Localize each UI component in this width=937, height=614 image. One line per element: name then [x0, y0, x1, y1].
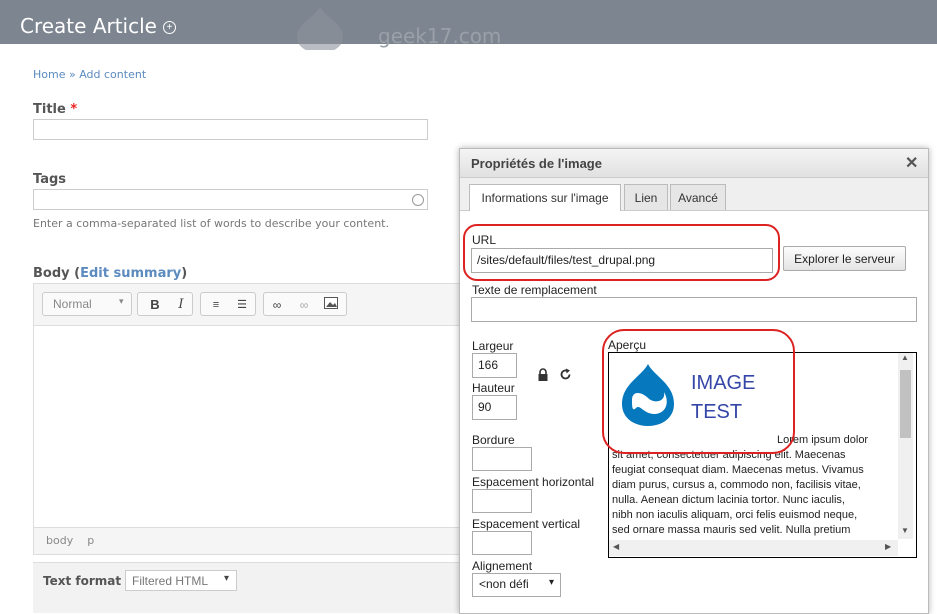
element-path-p[interactable]: p: [87, 534, 94, 547]
chevron-down-icon: ▾: [549, 577, 555, 588]
tags-input[interactable]: [33, 189, 428, 210]
chevron-down-icon: ▾: [119, 296, 124, 306]
list-group: ≡ ☰: [200, 292, 256, 316]
scroll-left-icon[interactable]: ◀: [613, 542, 619, 551]
vspace-input[interactable]: [472, 531, 532, 555]
text-format-value: Filtered HTML: [132, 574, 209, 588]
title-input[interactable]: [33, 119, 428, 140]
chevron-down-icon: ▾: [224, 573, 230, 584]
border-label: Bordure: [472, 433, 515, 447]
scroll-down-icon[interactable]: ▼: [901, 526, 909, 535]
preview-lorem-line-5: nulla. Aenean dictum lacinia tortor. Nun…: [612, 494, 845, 506]
dialog-title: Propriétés de l'image: [471, 156, 602, 171]
editor-toolbar: Normal ▾ B I ≡ ☰ ∞ ∞: [34, 284, 463, 326]
title-label-text: Title: [33, 102, 66, 117]
breadcrumb-add-content-link[interactable]: Add content: [79, 68, 146, 81]
breadcrumb-separator: »: [68, 68, 76, 81]
image-icon[interactable]: [322, 297, 340, 313]
editor-status-bar: body p: [34, 527, 463, 554]
preview-vertical-scrollbar[interactable]: ▲ ▼: [898, 353, 913, 539]
scrollbar-thumb[interactable]: [900, 370, 911, 438]
border-input[interactable]: [472, 447, 532, 471]
height-label: Hauteur: [472, 381, 515, 395]
preview-lorem-line-3: feugiat consequat diam. Maecenas metus. …: [612, 464, 864, 476]
tags-description: Enter a comma-separated list of words to…: [33, 217, 389, 230]
breadcrumb-home-link[interactable]: Home: [33, 68, 65, 81]
bold-icon[interactable]: B: [146, 297, 164, 313]
preview-lorem-line-7: sed ornare massa mauris sed velit. Nulla…: [612, 524, 851, 536]
tab-image-info[interactable]: Informations sur l'image: [469, 184, 621, 211]
scroll-up-icon[interactable]: ▲: [901, 353, 909, 362]
preview-horizontal-scrollbar[interactable]: ◀ ▶: [609, 540, 898, 556]
tab-advanced[interactable]: Avancé: [670, 184, 726, 210]
autocomplete-throbber-icon: [412, 194, 424, 206]
body-label: Body (Edit summary): [33, 266, 188, 281]
title-label: Title *: [33, 102, 77, 117]
dialog-header[interactable]: Propriétés de l'image ✕: [460, 149, 928, 178]
image-properties-dialog: Propriétés de l'image ✕ Informations sur…: [459, 148, 929, 614]
format-select-value: Normal: [53, 297, 92, 311]
height-input[interactable]: 90: [472, 395, 517, 420]
breadcrumb: Home » Add content: [33, 68, 146, 81]
numbered-list-icon[interactable]: ≡: [207, 297, 225, 313]
text-format-select[interactable]: Filtered HTML ▾: [125, 570, 237, 591]
text-format-label: Text format: [43, 574, 122, 588]
annotation-preview-highlight: [602, 329, 795, 454]
text-style-group: B I: [137, 292, 193, 316]
italic-icon[interactable]: I: [172, 297, 190, 313]
element-path-body[interactable]: body: [46, 534, 73, 547]
add-shortcut-icon[interactable]: +: [163, 21, 176, 34]
body-label-text: Body: [33, 266, 70, 281]
tab-link[interactable]: Lien: [624, 184, 668, 210]
text-format-wrapper: Text format Filtered HTML ▾: [33, 562, 463, 613]
watermark-text: geek17.com: [378, 24, 502, 48]
alignment-select-value: <non défi: [479, 577, 529, 591]
required-marker: *: [70, 102, 78, 117]
preview-lorem-line-4: diam purus, cursus a, commodo non, facil…: [612, 479, 861, 491]
edit-summary-link[interactable]: Edit summary: [80, 266, 181, 281]
alignment-select[interactable]: <non défi ▾: [472, 573, 561, 597]
unlink-icon[interactable]: ∞: [295, 297, 313, 313]
drupal-watermark-icon: [297, 7, 343, 50]
link-icon[interactable]: ∞: [268, 297, 286, 313]
reset-size-icon[interactable]: [559, 368, 572, 381]
hspace-label: Espacement horizontal: [472, 475, 595, 489]
close-icon[interactable]: ✕: [905, 153, 918, 173]
alignment-label: Alignement: [472, 559, 533, 573]
width-input[interactable]: 166: [472, 353, 517, 378]
alt-text-label: Texte de remplacement: [472, 283, 597, 297]
annotation-url-highlight: [463, 224, 780, 281]
scroll-right-icon[interactable]: ▶: [885, 542, 891, 551]
width-label: Largeur: [472, 339, 514, 353]
lock-ratio-icon[interactable]: [537, 368, 549, 382]
page-title: Create Article: [20, 14, 157, 38]
bullet-list-icon[interactable]: ☰: [233, 297, 251, 313]
hspace-input[interactable]: [472, 489, 532, 513]
browse-server-button[interactable]: Explorer le serveur: [783, 246, 906, 271]
vspace-label: Espacement vertical: [472, 517, 581, 531]
preview-lorem-line-6: nibh non iaculis aliquam, orci felis eui…: [612, 509, 858, 521]
insert-group: ∞ ∞: [263, 292, 347, 316]
tags-label: Tags: [33, 172, 67, 187]
format-select[interactable]: Normal ▾: [42, 292, 132, 316]
alt-text-input[interactable]: [471, 297, 917, 322]
